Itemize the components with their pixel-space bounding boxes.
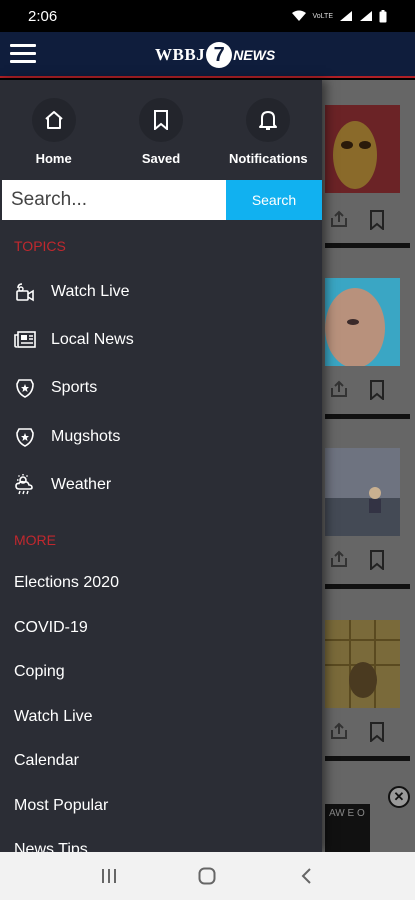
- recent-apps-button[interactable]: [89, 856, 129, 896]
- back-arrow-icon: [301, 868, 311, 884]
- more-item-calendar[interactable]: Calendar: [0, 741, 322, 781]
- share-icon[interactable]: [330, 380, 348, 398]
- more-item-coping[interactable]: Coping: [0, 652, 322, 692]
- topics-heading: TOPICS: [14, 238, 66, 254]
- article-thumbnail[interactable]: [325, 620, 400, 708]
- more-item-watch-live[interactable]: Watch Live: [0, 697, 322, 737]
- card-divider: [325, 756, 410, 761]
- close-ad-icon[interactable]: ✕: [388, 786, 410, 808]
- more-item-covid-19[interactable]: COVID-19: [0, 608, 322, 648]
- newspaper-icon: [14, 331, 36, 348]
- signal-icon: [340, 11, 352, 21]
- topic-watch-live[interactable]: Watch Live: [0, 270, 322, 314]
- app-header: WBBJ 7 NEWS: [0, 32, 415, 78]
- article-actions: [325, 712, 410, 752]
- hamburger-menu-icon[interactable]: [10, 44, 36, 64]
- more-item-most-popular[interactable]: Most Popular: [0, 786, 322, 826]
- ad-banner[interactable]: AW E O: [325, 804, 370, 852]
- status-time: 2:06: [28, 7, 58, 25]
- article-actions: [325, 540, 410, 580]
- bookmark-icon[interactable]: [369, 550, 385, 570]
- search-input[interactable]: [2, 180, 226, 220]
- article-actions: [325, 370, 410, 410]
- topic-weather[interactable]: Weather: [0, 463, 322, 507]
- quick-link-notifications[interactable]: Notifications: [223, 98, 313, 178]
- search-bar: Search: [2, 180, 322, 220]
- bookmark-icon[interactable]: [369, 380, 385, 400]
- bookmark-icon[interactable]: [369, 210, 385, 230]
- search-button[interactable]: Search: [226, 180, 322, 220]
- article-thumbnail[interactable]: [325, 278, 400, 368]
- topic-local-news[interactable]: Local News: [0, 318, 322, 362]
- more-item-news-tips[interactable]: News Tips: [0, 830, 322, 852]
- weather-icon: [15, 474, 33, 495]
- card-divider: [325, 414, 410, 419]
- topic-mugshots[interactable]: Mugshots: [0, 415, 322, 459]
- share-icon[interactable]: [330, 722, 348, 740]
- home-circle-icon: [198, 867, 216, 885]
- network-label: VoLTE: [312, 12, 334, 20]
- article-thumbnail[interactable]: [325, 448, 400, 536]
- bell-icon: [259, 111, 278, 130]
- home-icon: [44, 111, 63, 129]
- bookmark-icon[interactable]: [369, 722, 385, 742]
- signal-icon-2: [360, 11, 372, 21]
- article-actions: [325, 200, 410, 240]
- live-camera-icon: [16, 283, 34, 302]
- badge-icon: [16, 428, 34, 447]
- back-button[interactable]: [286, 856, 326, 896]
- wbbj-logo[interactable]: WBBJ 7 NEWS: [155, 40, 275, 70]
- more-heading: MORE: [14, 532, 56, 548]
- battery-icon: [379, 9, 387, 22]
- status-icons: VoLTE: [291, 9, 388, 23]
- card-divider: [325, 243, 410, 248]
- home-button[interactable]: [187, 856, 227, 896]
- more-item-elections-2020[interactable]: Elections 2020: [0, 563, 322, 603]
- quick-link-home[interactable]: Home: [9, 98, 99, 178]
- share-icon[interactable]: [330, 210, 348, 228]
- recent-apps-icon: [102, 869, 117, 883]
- quick-links: Home Saved Notifications: [0, 80, 322, 178]
- card-divider: [325, 584, 410, 589]
- bookmark-icon: [153, 110, 168, 130]
- share-icon[interactable]: [330, 550, 348, 568]
- article-thumbnail[interactable]: [325, 105, 400, 193]
- navigation-drawer: Home Saved Notifications Search TOPICS W…: [0, 80, 322, 852]
- topic-sports[interactable]: Sports: [0, 366, 322, 410]
- wifi-icon: [291, 10, 306, 21]
- status-bar: 2:06 VoLTE: [0, 0, 415, 32]
- quick-link-saved[interactable]: Saved: [116, 98, 206, 178]
- system-navigation-bar: [0, 852, 415, 900]
- badge-icon: [16, 379, 34, 398]
